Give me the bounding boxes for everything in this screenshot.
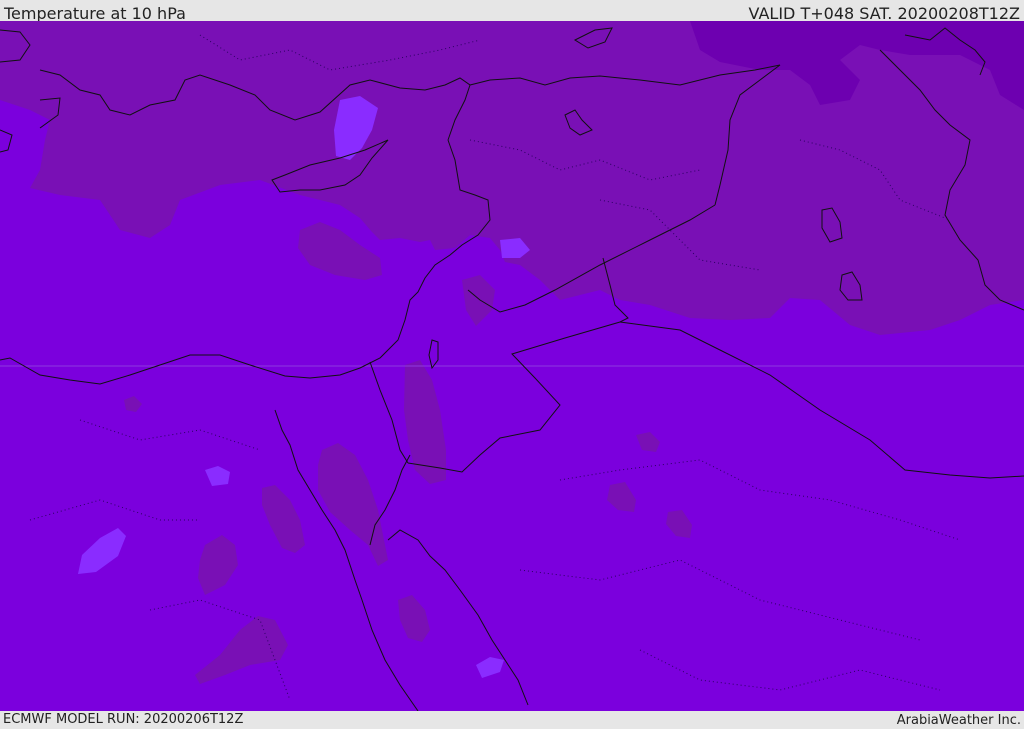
map-canvas xyxy=(0,21,1024,711)
footer-bar: ECMWF MODEL RUN: 20200206T12Z ArabiaWeat… xyxy=(0,711,1024,729)
model-run-label: ECMWF MODEL RUN: 20200206T12Z xyxy=(3,712,244,727)
brand-label: ArabiaWeather Inc. xyxy=(896,713,1021,728)
header-bar: Temperature at 10 hPa VALID T+048 SAT. 2… xyxy=(0,0,1024,23)
temperature-map[interactable] xyxy=(0,21,1024,711)
